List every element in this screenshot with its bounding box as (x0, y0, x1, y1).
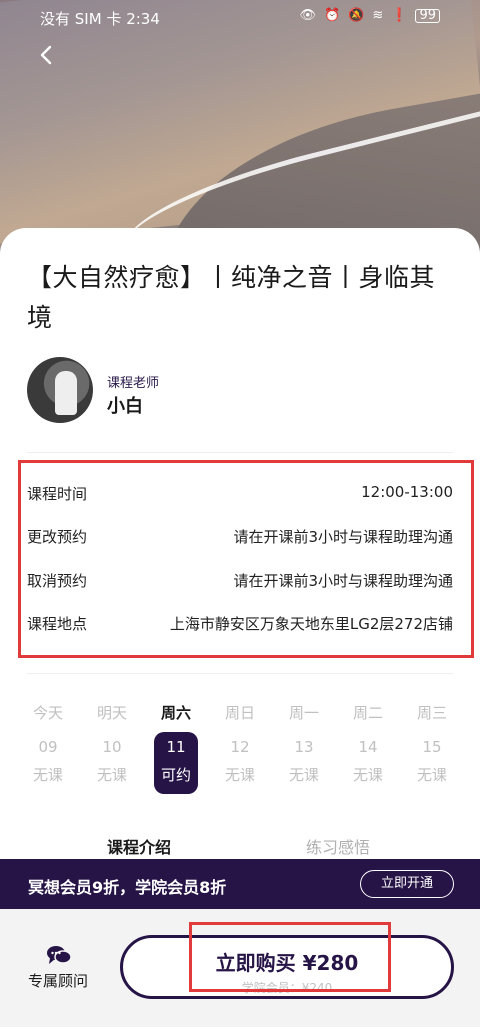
course-title: 【大自然疗愈】丨纯净之音丨身临其境 (27, 263, 436, 332)
day-date: 12 (230, 738, 250, 756)
battery-indicator: 99 (415, 8, 440, 23)
wifi-icon: ≋ (372, 8, 384, 23)
mute-icon: 🔕 (348, 8, 365, 23)
day-date: 13 (294, 738, 314, 756)
activate-membership-button[interactable]: 立即开通 (360, 870, 454, 898)
day-status: 无课 (32, 766, 63, 784)
status-icons: 👁 ⏰ 🔕 ≋ ❗ 99 (299, 8, 440, 23)
teacher-name: 小白 (107, 396, 143, 417)
status-bar: 没有 SIM 卡 2:34 👁 ⏰ 🔕 ≋ ❗ 99 (0, 8, 480, 30)
day-weekday: 周一 (288, 704, 319, 722)
teacher-role: 课程老师 (107, 376, 160, 391)
buy-label: 立即购买 ¥280 (215, 951, 359, 975)
alert-icon: ❗ (391, 8, 408, 23)
day-status: 无课 (96, 766, 127, 784)
day-status: 无课 (224, 766, 255, 784)
day-status: 无课 (288, 766, 319, 784)
day-item[interactable]: 今天 09 无课 (16, 702, 80, 794)
day-box: 14 无课 (346, 732, 390, 794)
day-weekday: 周六 (160, 704, 191, 722)
divider (27, 673, 453, 674)
day-status: 无课 (416, 766, 447, 784)
promo-text: 冥想会员9折，学院会员8折 (28, 878, 227, 897)
day-date: 15 (422, 738, 442, 756)
day-weekday: 今天 (32, 704, 63, 722)
day-selector: 今天 09 无课 明天 10 无课 周六 11 可约 周日 12 无课 周一 1… (16, 702, 464, 794)
advisor-button[interactable]: 专属顾问 (28, 970, 88, 991)
day-item[interactable]: 周日 12 无课 (208, 702, 272, 794)
avatar-figure (55, 371, 77, 415)
divider (27, 452, 453, 453)
chevron-left-icon (40, 45, 52, 65)
alarm-icon: ⏰ (323, 8, 341, 23)
day-status: 可约 (160, 766, 191, 784)
buy-now-button[interactable]: 立即购买 ¥280 学院会员：¥240 (120, 935, 454, 999)
day-weekday: 周日 (224, 704, 255, 722)
tab-reflection[interactable]: 练习感悟 (306, 834, 370, 858)
info-highlight-box (18, 460, 474, 658)
day-weekday: 周二 (352, 704, 383, 722)
eye-icon: 👁 (299, 8, 316, 23)
tab-intro[interactable]: 课程介绍 (107, 834, 171, 858)
day-item[interactable]: 明天 10 无课 (80, 702, 144, 794)
back-button[interactable] (36, 44, 66, 74)
day-item-selected[interactable]: 周六 11 可约 (144, 702, 208, 794)
day-box: 11 可约 (154, 732, 198, 794)
day-weekday: 周三 (416, 704, 447, 722)
day-box: 09 无课 (26, 732, 70, 794)
day-weekday: 明天 (96, 704, 127, 722)
day-item[interactable]: 周一 13 无课 (272, 702, 336, 794)
day-status: 无课 (352, 766, 383, 784)
member-price: 学院会员：¥240 (241, 981, 333, 995)
day-date: 11 (166, 738, 186, 756)
day-date: 09 (38, 738, 58, 756)
teacher-avatar[interactable] (27, 357, 93, 423)
day-box: 10 无课 (90, 732, 134, 794)
day-box: 13 无课 (282, 732, 326, 794)
day-date: 14 (358, 738, 378, 756)
membership-promo-bar: 冥想会员9折，学院会员8折 立即开通 (0, 859, 480, 909)
day-box: 15 无课 (410, 732, 454, 794)
day-box: 12 无课 (218, 732, 262, 794)
chat-bubbles-icon[interactable] (46, 945, 72, 967)
content-tabs: 课程介绍 练习感悟 (0, 834, 480, 860)
day-date: 10 (102, 738, 122, 756)
carrier-time: 没有 SIM 卡 2:34 (40, 10, 160, 28)
day-item[interactable]: 周三 15 无课 (400, 702, 464, 794)
day-item[interactable]: 周二 14 无课 (336, 702, 400, 794)
